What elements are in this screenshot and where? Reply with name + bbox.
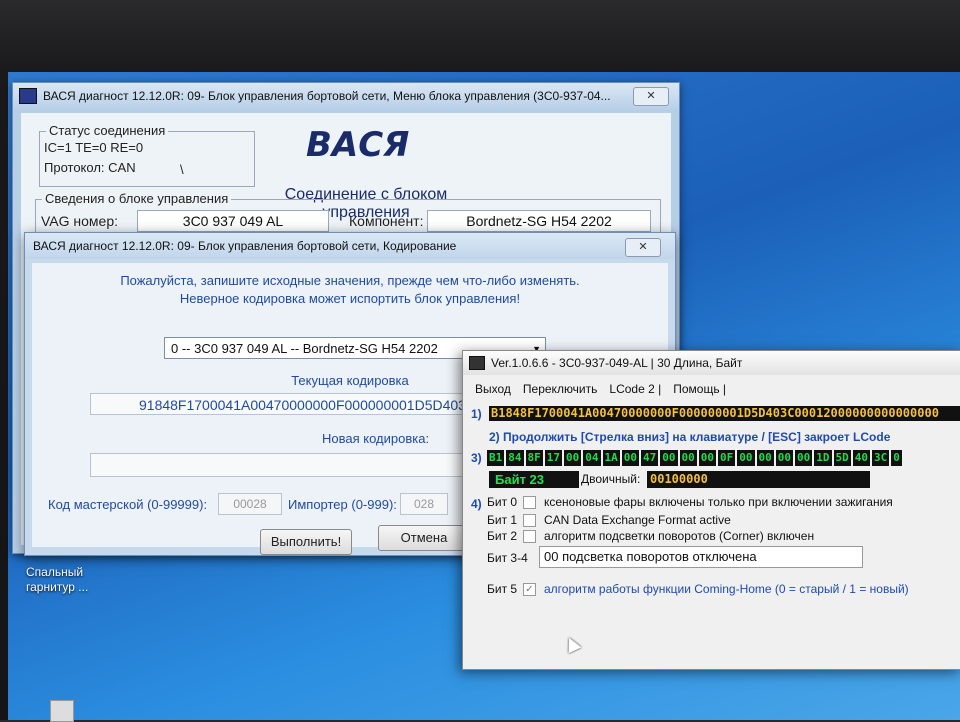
new-coding-input[interactable] (90, 453, 468, 477)
byte-cell[interactable]: 47 (641, 450, 659, 466)
byte-cell[interactable]: 8F (525, 450, 543, 466)
importer-input[interactable]: 028 (400, 493, 448, 515)
coding-window-title: ВАСЯ диагност 12.12.0R: 09- Блок управле… (33, 239, 457, 253)
coding-hex-field[interactable]: B1848F1700041A00470000000F000000001D5D40… (489, 406, 960, 421)
lcode-menubar: Выход Переключить LCode 2 | Помощь | (463, 379, 960, 399)
binary-label: Двоичный: (581, 472, 641, 486)
main-window-titlebar[interactable]: ВАСЯ диагност 12.12.0R: 09- Блок управле… (13, 83, 679, 109)
lcode-app-icon (469, 356, 485, 370)
bit-5-checkbox[interactable]: ✓ (523, 582, 536, 596)
app-brand: ВАСЯ (306, 125, 410, 165)
byte-cell[interactable]: 1A (602, 450, 620, 466)
bit-2-row: Бит 2 алгоритм подсветки поворотов (Corn… (487, 529, 814, 543)
navigation-hint: 2) Продолжить [Стрелка вниз] на клавиату… (489, 430, 891, 444)
new-coding-label: Новая кодировка: (322, 431, 430, 446)
bit-2-checkbox[interactable] (523, 529, 536, 543)
mouse-cursor-icon (562, 634, 582, 654)
bit-5-row: Бит 5 ✓ алгоритм работы функции Coming-H… (487, 582, 909, 596)
byte-cell[interactable]: 00 (756, 450, 774, 466)
byte-cell[interactable]: 00 (698, 450, 716, 466)
bit-3-4-label: Бит 3-4 (487, 551, 528, 565)
byte-cell[interactable]: 00 (795, 450, 813, 466)
binary-value: 00100000 (647, 471, 870, 488)
vag-number-value: 3C0 937 049 AL (137, 210, 329, 232)
byte-cell[interactable]: 00 (679, 450, 697, 466)
byte-cell[interactable]: 5D (833, 450, 851, 466)
step-1-label: 1) (471, 407, 482, 421)
step-3-label: 3) (471, 451, 482, 465)
activity-indicator: \ (180, 162, 184, 177)
app-icon (19, 88, 37, 104)
desktop-icon-label[interactable]: Спальный гарнитур ... (26, 565, 88, 595)
workshop-code-label: Код мастерской (0-99999): (48, 497, 208, 512)
coding-window-titlebar[interactable]: ВАСЯ диагност 12.12.0R: 09- Блок управле… (25, 233, 675, 259)
status-line: IC=1 TE=0 RE=0 (44, 140, 144, 155)
lcode-title: Ver.1.0.6.6 - 3C0-937-049-AL | 30 Длина,… (491, 356, 743, 370)
menu-switch[interactable]: Переключить (523, 382, 597, 396)
byte-cell[interactable]: 3C (872, 450, 890, 466)
byte-cell[interactable]: 1D (814, 450, 832, 466)
bit-3-4-select[interactable]: 00 подсветка поворотов отключена (539, 546, 863, 568)
byte-cell[interactable]: B1 (487, 450, 505, 466)
vag-number-label: VAG номер: (41, 213, 119, 229)
workshop-code-input[interactable]: 00028 (218, 493, 282, 515)
byte-cell[interactable]: 00 (737, 450, 755, 466)
connection-status-title: Статус соединения (46, 123, 169, 138)
byte-cell[interactable]: 00 (564, 450, 582, 466)
byte-cell[interactable]: 04 (583, 450, 601, 466)
byte-cell[interactable]: 17 (544, 450, 562, 466)
execute-button[interactable]: Выполнить! (260, 529, 352, 555)
warning-line-1: Пожалуйста, запишите исходные значения, … (120, 273, 580, 288)
byte-cell[interactable]: 0F (718, 450, 736, 466)
protocol-label: Протокол: CAN (44, 160, 136, 175)
byte-cell[interactable]: 40 (852, 450, 870, 466)
component-value: Bordnetz-SG H54 2202 (427, 210, 651, 232)
bit-0-row: Бит 0 ксеноновые фары включены только пр… (487, 495, 893, 509)
bit-0-checkbox[interactable] (523, 495, 536, 509)
taskbar-icon[interactable] (50, 700, 74, 722)
bit-0-label: Бит 0 (487, 495, 518, 509)
bit-1-row: Бит 1 CAN Data Exchange Format active (487, 513, 731, 527)
main-window-title: ВАСЯ диагност 12.12.0R: 09- Блок управле… (43, 89, 611, 103)
ecu-info-title: Сведения о блоке управления (42, 191, 232, 206)
menu-lcode2[interactable]: LCode 2 | (609, 382, 661, 396)
bit-1-text: CAN Data Exchange Format active (544, 513, 731, 527)
byte-cell[interactable]: 00 (660, 450, 678, 466)
close-button[interactable]: ✕ (633, 87, 669, 106)
current-coding-field[interactable]: 91848F1700041A00470000000F000000001D5D40… (90, 393, 484, 415)
byte-cell[interactable]: 0 (891, 450, 902, 466)
connection-status-group: Статус соединения IC=1 TE=0 RE=0 Протоко… (39, 123, 255, 187)
byte-list: B1 84 8F 17 00 04 1A 00 47 00 00 00 0F 0… (487, 450, 959, 466)
cancel-button[interactable]: Отмена (378, 525, 470, 551)
warning-line-2: Неверное кодировка может испортить блок … (179, 291, 521, 306)
ecu-select-value: 0 -- 3C0 937 049 AL -- Bordnetz-SG H54 2… (171, 341, 438, 356)
menu-help[interactable]: Помощь | (673, 382, 726, 396)
bit-1-label: Бит 1 (487, 513, 518, 527)
bit-2-label: Бит 2 (487, 529, 518, 543)
bit-2-text: алгоритм подсветки поворотов (Corner) вк… (544, 529, 815, 543)
byte-cell[interactable]: 00 (775, 450, 793, 466)
lcode-window: Ver.1.0.6.6 - 3C0-937-049-AL | 30 Длина,… (462, 350, 960, 670)
bit-5-text: алгоритм работы функции Coming-Home (0 =… (544, 582, 909, 596)
importer-label: Импортер (0-999): (288, 497, 397, 512)
selected-byte-label: Байт 23 (489, 471, 579, 488)
bit-0-text: ксеноновые фары включены только при вклю… (544, 495, 893, 509)
menu-exit[interactable]: Выход (475, 382, 511, 396)
step-4-label: 4) (471, 497, 482, 511)
byte-cell[interactable]: 84 (506, 450, 524, 466)
component-label: Компонент: (349, 213, 424, 229)
bit-5-label: Бит 5 (487, 582, 518, 596)
bit-1-checkbox[interactable] (523, 513, 536, 527)
lcode-titlebar[interactable]: Ver.1.0.6.6 - 3C0-937-049-AL | 30 Длина,… (463, 351, 960, 375)
byte-cell[interactable]: 00 (621, 450, 639, 466)
coding-close-button[interactable]: ✕ (625, 238, 661, 257)
